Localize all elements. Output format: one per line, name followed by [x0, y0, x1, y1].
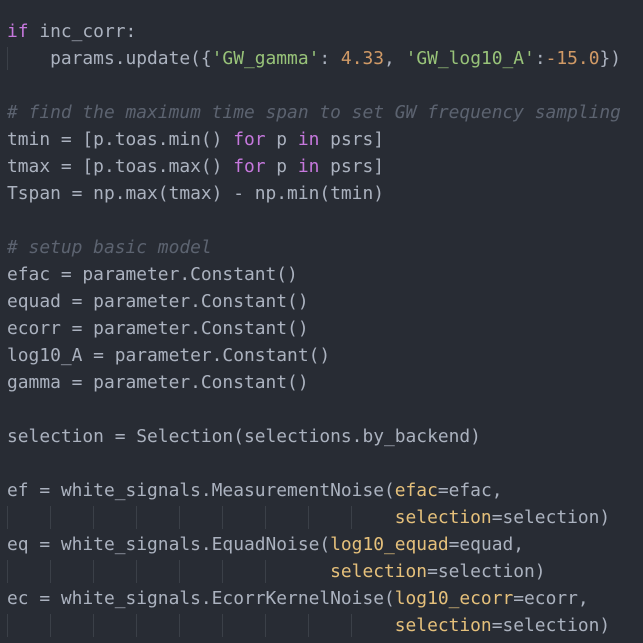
indent-guide — [222, 506, 223, 529]
indent-guide — [7, 47, 8, 70]
code-token: 4.33 — [340, 48, 385, 69]
code-line: ec = white_signals.EcorrKernelNoise(log1… — [7, 585, 621, 612]
code-token: =selection) — [491, 507, 611, 528]
code-line: params.update({'GW_gamma': 4.33, 'GW_log… — [7, 45, 621, 72]
code-line: selection=selection) — [7, 558, 621, 585]
code-line: ecorr = parameter.Constant() — [7, 315, 621, 342]
code-line: ​ — [7, 207, 621, 234]
code-token: =efac, — [437, 480, 503, 501]
code-token: eq = white_signals.EquadNoise( — [7, 534, 331, 555]
indent-guide — [50, 506, 51, 529]
indent-guide — [265, 506, 266, 529]
code-token: # setup basic model — [7, 237, 212, 258]
indent-guide — [93, 506, 94, 529]
code-line: log10_A = parameter.Constant() — [7, 342, 621, 369]
code-token: selection — [394, 615, 492, 636]
code-token: ec = white_signals.EcorrKernelNoise( — [7, 588, 395, 609]
code-token: ef = white_signals.MeasurementNoise( — [7, 480, 395, 501]
code-token: }) — [599, 48, 622, 69]
indent-guide — [308, 506, 309, 529]
indent-guide — [222, 614, 223, 637]
code-token: : — [534, 48, 546, 69]
code-editor[interactable]: if inc_corr: params.update({'GW_gamma': … — [0, 0, 643, 643]
code-token: log10_A = parameter.Constant() — [7, 345, 331, 366]
indent-guide — [179, 506, 180, 529]
code-token: p — [265, 129, 298, 150]
code-token: equad = parameter.Constant() — [7, 291, 309, 312]
indent-guide — [50, 614, 51, 637]
code-token: if — [7, 21, 29, 42]
code-token: selection = Selection(selections.by_back… — [7, 426, 481, 447]
code-token: efac = parameter.Constant() — [7, 264, 298, 285]
code-line: ​ — [7, 450, 621, 477]
code-token: ecorr = parameter.Constant() — [7, 318, 309, 339]
code-token: selection — [394, 507, 492, 528]
code-token: tmin = [p.toas.min() — [7, 129, 234, 150]
code-token: psrs] — [319, 129, 385, 150]
code-line: # find the maximum time span to set GW f… — [7, 99, 621, 126]
code-token: selection — [330, 561, 428, 582]
code-line: Tspan = np.max(tmax) - np.min(tmin) — [7, 180, 621, 207]
code-token: efac — [394, 480, 438, 501]
code-token: Tspan = np.max(tmax) - np.min(tmin) — [7, 183, 384, 204]
code-line: ef = white_signals.MeasurementNoise(efac… — [7, 477, 621, 504]
code-token: gamma = parameter.Constant() — [7, 372, 309, 393]
code-token: inc_corr: — [28, 21, 137, 42]
code-line: # setup basic model — [7, 234, 621, 261]
indent-guide — [308, 614, 309, 637]
indent-guide — [265, 560, 266, 583]
code-token: =selection) — [491, 615, 611, 636]
code-token: 'GW_gamma' — [211, 48, 320, 69]
code-token: psrs] — [319, 156, 385, 177]
code-token: tmax = [p.toas.max() — [7, 156, 234, 177]
indent-guide — [136, 560, 137, 583]
code-line: ​ — [7, 72, 621, 99]
indent-guide — [7, 506, 8, 529]
code-token: p — [265, 156, 298, 177]
indent-guide — [222, 560, 223, 583]
indent-guide — [351, 614, 352, 637]
code-line: tmin = [p.toas.min() for p in psrs] — [7, 126, 621, 153]
code-token: : — [319, 48, 341, 69]
code-line: gamma = parameter.Constant() — [7, 369, 621, 396]
code-line: if inc_corr: — [7, 18, 621, 45]
code-token: =ecorr, — [513, 588, 589, 609]
code-token: for — [233, 129, 266, 150]
code-token: =equad, — [448, 534, 525, 555]
code-token: # find the maximum time span to set GW f… — [7, 102, 621, 123]
code-line: selection = Selection(selections.by_back… — [7, 423, 621, 450]
code-token: for — [233, 156, 266, 177]
indent-guide — [265, 614, 266, 637]
code-token: 'GW_log10_A' — [405, 48, 535, 69]
code-line: selection=selection) — [7, 612, 621, 639]
code-token: log10_equad — [330, 534, 449, 555]
code-line: eq = white_signals.EquadNoise(log10_equa… — [7, 531, 621, 558]
code-line: ​ — [7, 396, 621, 423]
code-token: in — [297, 129, 320, 150]
indent-guide — [136, 506, 137, 529]
code-line: equad = parameter.Constant() — [7, 288, 621, 315]
code-token: =selection) — [427, 561, 546, 582]
indent-guide — [351, 506, 352, 529]
indent-guide — [179, 560, 180, 583]
indent-guide — [179, 614, 180, 637]
code-lines: if inc_corr: params.update({'GW_gamma': … — [7, 18, 621, 639]
indent-guide — [7, 614, 8, 637]
code-token: in — [297, 156, 320, 177]
code-token: log10_ecorr — [394, 588, 514, 609]
code-token: , — [384, 48, 406, 69]
indent-guide — [136, 614, 137, 637]
code-line: selection=selection) — [7, 504, 621, 531]
indent-guide — [50, 560, 51, 583]
code-token: -15.0 — [545, 48, 600, 69]
code-line: efac = parameter.Constant() — [7, 261, 621, 288]
code-line: tmax = [p.toas.max() for p in psrs] — [7, 153, 621, 180]
indent-guide — [93, 560, 94, 583]
indent-guide — [7, 560, 8, 583]
indent-guide — [93, 614, 94, 637]
code-token: params.update({ — [7, 48, 212, 69]
